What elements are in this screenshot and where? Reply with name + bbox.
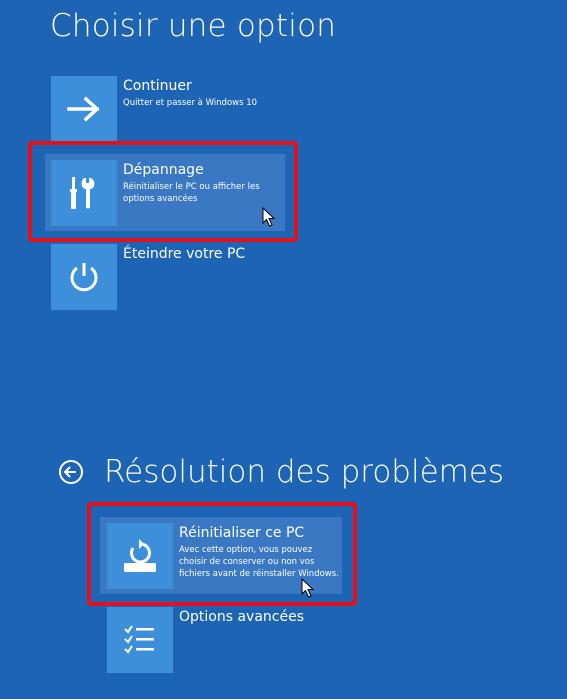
- option-continue[interactable]: Continuer Quitter et passer à Windows 10: [51, 76, 283, 142]
- option-advanced[interactable]: Options avancées: [107, 607, 304, 673]
- power-icon: [70, 263, 98, 292]
- option-shutdown[interactable]: Éteindre votre PC: [51, 244, 245, 310]
- option-continue-tile[interactable]: [51, 76, 117, 142]
- section-title: Résolution des problèmes: [104, 454, 505, 490]
- mouse-cursor-icon: [262, 207, 276, 227]
- arrow-right-icon: [67, 96, 100, 122]
- page-title: Choisir une option: [50, 8, 337, 44]
- back-arrow-icon[interactable]: [58, 459, 84, 485]
- option-advanced-label: Options avancées: [179, 609, 305, 625]
- checklist-icon: [124, 625, 154, 654]
- annotation-box-troubleshoot: [28, 141, 298, 242]
- annotation-box-reset: [87, 502, 357, 606]
- option-shutdown-label: Éteindre votre PC: [123, 246, 246, 262]
- option-advanced-tile[interactable]: [107, 607, 173, 673]
- option-continue-description: Quitter et passer à Windows 10: [123, 98, 258, 108]
- option-shutdown-tile[interactable]: [51, 244, 117, 310]
- mouse-cursor-icon: [301, 578, 315, 598]
- option-continue-label: Continuer: [123, 78, 192, 94]
- troubleshoot-heading: Résolution des problèmes: [58, 454, 504, 490]
